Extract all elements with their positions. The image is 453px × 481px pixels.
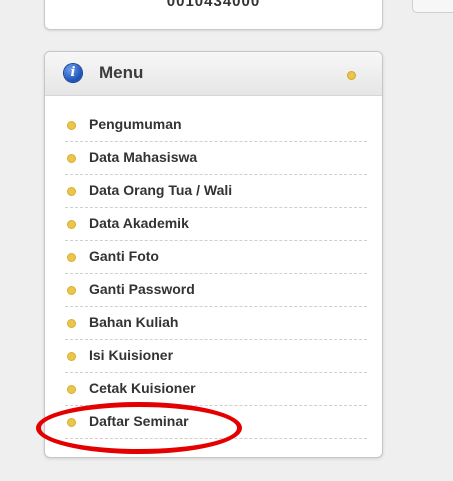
menu-item-label[interactable]: Bahan Kuliah (89, 314, 178, 330)
menu-item-label[interactable]: Isi Kuisioner (89, 347, 173, 363)
menu-item-label[interactable]: Ganti Foto (89, 248, 159, 264)
menu-item-label[interactable]: Ganti Password (89, 281, 195, 297)
menu-panel: i Menu Pengumuman Data Mahasiswa Data Or… (44, 51, 383, 458)
info-icon: i (64, 64, 82, 82)
bullet-icon (68, 419, 75, 426)
top-card: 0010434000 (44, 0, 383, 30)
top-card-text: 0010434000 (166, 0, 261, 10)
menu-item-ganti-foto[interactable]: Ganti Foto (65, 241, 367, 274)
bullet-icon (68, 386, 75, 393)
menu-item-bahan-kuliah[interactable]: Bahan Kuliah (65, 307, 367, 340)
bullet-icon (68, 188, 75, 195)
menu-item-data-akademik[interactable]: Data Akademik (65, 208, 367, 241)
header-dot-icon (348, 72, 355, 79)
menu-item-label[interactable]: Data Akademik (89, 215, 189, 231)
menu-item-label[interactable]: Cetak Kuisioner (89, 380, 196, 396)
menu-item-daftar-seminar[interactable]: Daftar Seminar (65, 406, 367, 439)
bullet-icon (68, 221, 75, 228)
menu-item-label[interactable]: Data Orang Tua / Wali (89, 182, 232, 198)
menu-item-data-orang-tua[interactable]: Data Orang Tua / Wali (65, 175, 367, 208)
right-edge-element (412, 0, 453, 13)
menu-item-cetak-kuisioner[interactable]: Cetak Kuisioner (65, 373, 367, 406)
bullet-icon (68, 353, 75, 360)
menu-title: Menu (99, 63, 144, 82)
menu-item-label[interactable]: Pengumuman (89, 116, 182, 132)
menu-panel-header: i Menu (45, 52, 382, 96)
menu-item-label[interactable]: Daftar Seminar (89, 413, 189, 429)
menu-item-label[interactable]: Data Mahasiswa (89, 149, 197, 165)
bullet-icon (68, 287, 75, 294)
menu-item-pengumuman[interactable]: Pengumuman (65, 109, 367, 142)
bullet-icon (68, 320, 75, 327)
menu-item-data-mahasiswa[interactable]: Data Mahasiswa (65, 142, 367, 175)
menu-list: Pengumuman Data Mahasiswa Data Orang Tua… (65, 109, 367, 439)
bullet-icon (68, 254, 75, 261)
bullet-icon (68, 155, 75, 162)
menu-item-ganti-password[interactable]: Ganti Password (65, 274, 367, 307)
bullet-icon (68, 122, 75, 129)
menu-item-isi-kuisioner[interactable]: Isi Kuisioner (65, 340, 367, 373)
